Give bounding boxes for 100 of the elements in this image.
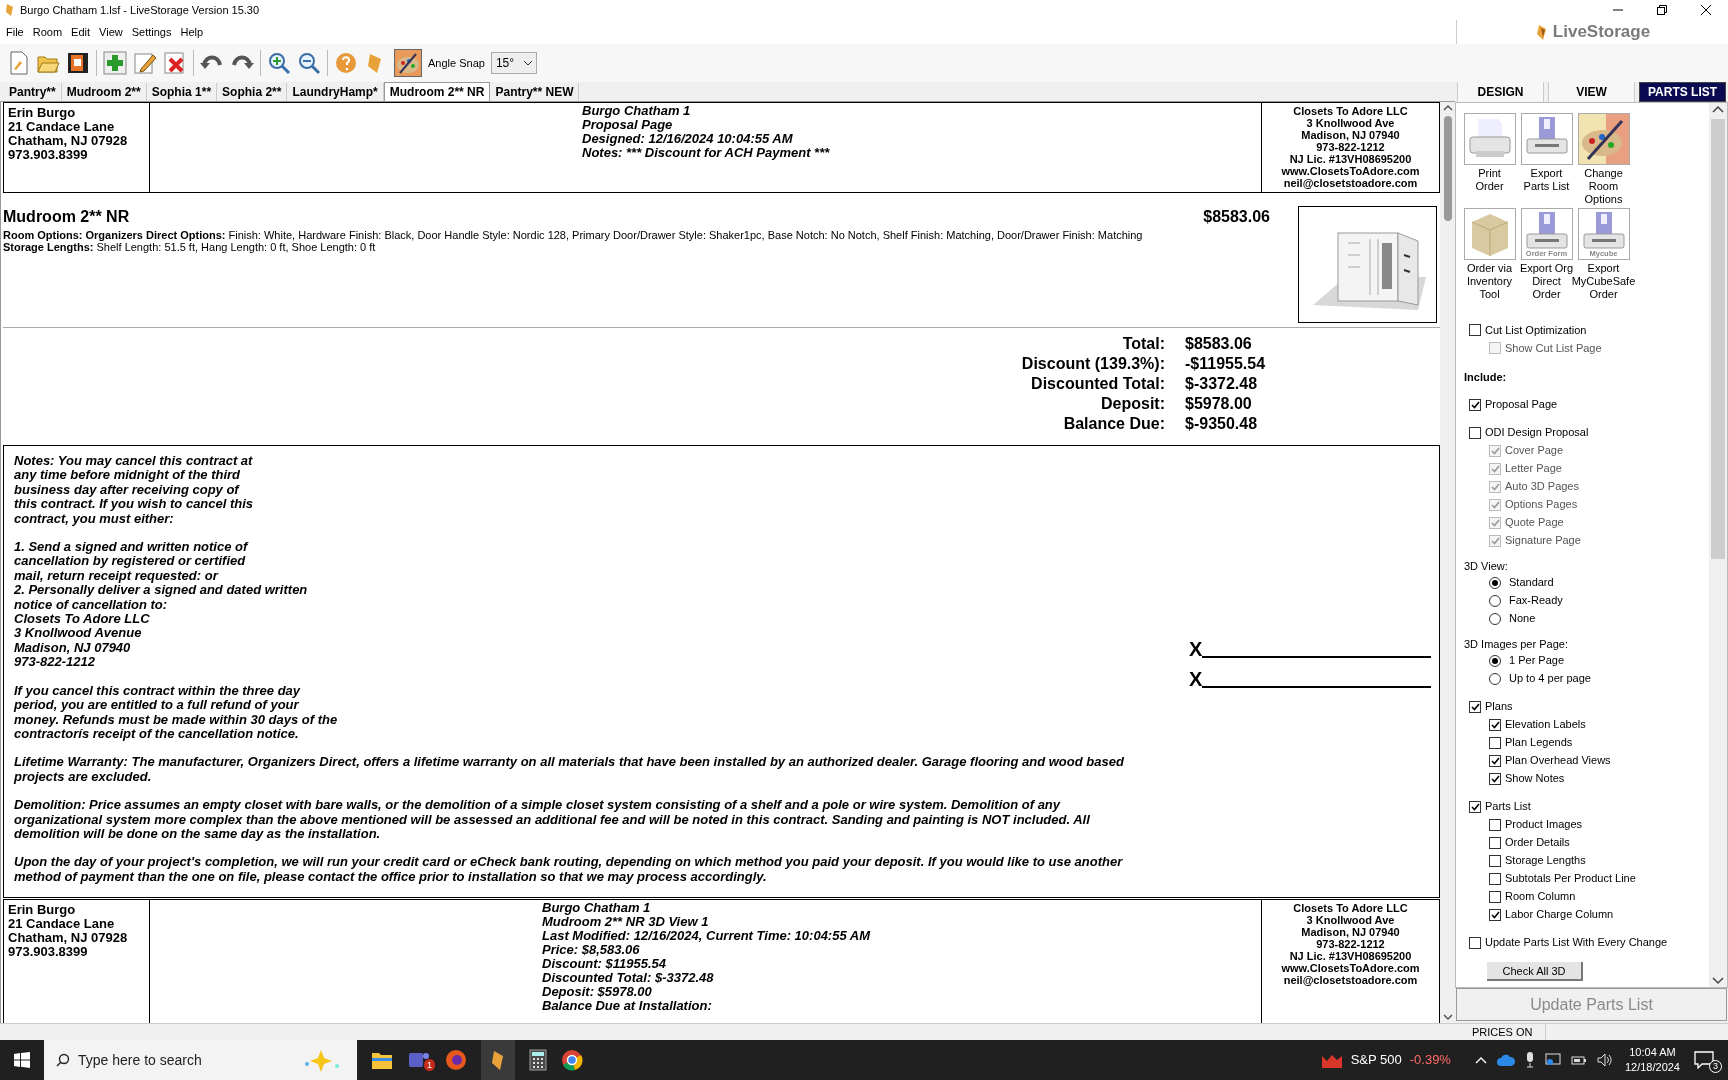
search-input[interactable]: Type here to search: [78, 1049, 293, 1071]
checkbox-label: Show Notes: [1505, 771, 1565, 787]
checkbox-label: Cut List Optimization: [1485, 322, 1587, 338]
radio-label: Fax-Ready: [1509, 593, 1563, 609]
display-icon[interactable]: [1544, 1053, 1561, 1067]
checkbox[interactable]: [1489, 818, 1501, 831]
chevron-up-icon[interactable]: [1474, 1056, 1487, 1064]
palette-icon[interactable]: [394, 49, 422, 77]
microphone-icon[interactable]: [1524, 1052, 1535, 1068]
checkbox-label: ODI Design Proposal: [1485, 425, 1589, 441]
battery-icon[interactable]: [1570, 1054, 1587, 1066]
checkbox-label: Signature Page: [1505, 533, 1581, 549]
checkbox[interactable]: [1489, 754, 1501, 767]
close-icon[interactable]: [1701, 5, 1711, 15]
checkbox[interactable]: [1489, 836, 1501, 849]
room-tab[interactable]: Mudroom 2** NR: [383, 82, 491, 101]
logo-text: LiveStorage: [1552, 21, 1651, 44]
checkbox[interactable]: [1469, 700, 1481, 713]
checkbox[interactable]: [1469, 426, 1481, 439]
checkbox[interactable]: [1489, 908, 1501, 921]
add-icon[interactable]: [103, 51, 127, 75]
radio-button[interactable]: [1489, 594, 1501, 607]
radio-button[interactable]: [1489, 672, 1501, 685]
total-value: $-9350.48: [1185, 414, 1259, 434]
total-label: Discounted Total:: [1031, 374, 1165, 394]
menu-item[interactable]: Room: [32, 23, 63, 41]
app-icon: [4, 3, 16, 17]
panel-tab[interactable]: DESIGN: [1457, 82, 1544, 102]
scroll-down-icon[interactable]: [1442, 1011, 1453, 1023]
company-info-line: 973-822-1212: [1315, 141, 1386, 153]
checkbox[interactable]: [1489, 736, 1501, 749]
restore-icon[interactable]: [1657, 5, 1667, 15]
checkbox[interactable]: [1489, 772, 1501, 785]
total-value: $5978.00: [1185, 394, 1253, 414]
menu-item[interactable]: View: [99, 23, 123, 41]
page-info-line: Discount: $11955.54: [542, 957, 668, 971]
save-icon[interactable]: [66, 51, 90, 75]
inventory-order-button[interactable]: Order via Inventory Tool: [1461, 208, 1518, 301]
clock-time[interactable]: 10:04 AM: [1629, 1045, 1676, 1060]
room-options-button[interactable]: Change Room Options: [1575, 113, 1632, 206]
company-info-line: Madison, NJ 07940: [1300, 129, 1401, 141]
checkbox[interactable]: [1489, 872, 1501, 885]
panel-tab[interactable]: PARTS LIST: [1639, 82, 1726, 102]
menu-item[interactable]: Help: [180, 23, 204, 41]
print-order-button[interactable]: Print Order: [1461, 113, 1518, 206]
room-options-text: Room Options: Organizers Direct Options: Finish: White, Hardware Finish: Black, Door Handle Style: Nordic 128, Primary Door/Drawer Style: Shaker1pc, Base Notch: No Notch, Shelf Finish: Matching, Door/Drawer Finish: Matching: [3, 229, 1144, 241]
checkbox[interactable]: [1469, 800, 1481, 813]
company-info-line: www.ClosetsToAdore.com: [1280, 165, 1421, 177]
panel-tab[interactable]: VIEW: [1548, 82, 1635, 102]
angle-snap-dropdown[interactable]: 15°: [490, 52, 537, 74]
checkbox-label: Labor Charge Column: [1505, 907, 1614, 923]
browser-icon[interactable]: [445, 1049, 467, 1071]
logo-icon: [1534, 23, 1549, 41]
checkbox-label: Storage Lengths: [1505, 853, 1586, 869]
menu-item[interactable]: File: [6, 23, 24, 41]
clock-date[interactable]: 12/18/2024: [1624, 1060, 1680, 1075]
panel-scrollbar[interactable]: [1709, 103, 1727, 987]
total-value: -$11955.54: [1185, 354, 1267, 374]
checkbox-label: Product Images: [1505, 817, 1583, 833]
export-button[interactable]: Export Parts List: [1518, 113, 1575, 206]
radio-button[interactable]: [1489, 654, 1501, 667]
group-label: 3D View:: [1463, 558, 1509, 574]
zoom-out-icon[interactable]: [297, 51, 321, 75]
cloud-icon[interactable]: [1496, 1054, 1515, 1066]
zoom-in-icon[interactable]: [267, 51, 291, 75]
checkbox[interactable]: [1489, 718, 1501, 731]
notes-paragraph: Lifetime Warranty: The manufacturer, Organizers Direct, offers a lifetime warranty on all materials that have been installed by an authorized dealer. Garage flooring and wood based projects are excluded.: [14, 755, 1125, 785]
radio-button[interactable]: [1489, 576, 1501, 589]
calculator-icon[interactable]: [529, 1049, 547, 1071]
company-info-line: 3 Knollwood Ave: [1305, 117, 1396, 129]
start-icon[interactable]: [14, 1052, 30, 1068]
checkbox-label: Room Column: [1505, 889, 1576, 905]
checkbox-label: Plan Overhead Views: [1505, 753, 1611, 769]
page-info-line: Discounted Total: $-3372.48: [542, 971, 715, 985]
menu-item[interactable]: Settings: [131, 23, 172, 41]
page-info-line: Price: $8,583.06: [542, 943, 641, 957]
checkbox[interactable]: [1469, 324, 1481, 336]
checkbox[interactable]: [1489, 890, 1501, 903]
radio-button[interactable]: [1489, 612, 1501, 625]
delete-icon[interactable]: [163, 51, 187, 75]
volume-icon[interactable]: [1596, 1053, 1613, 1067]
notes-paragraph: Demolition: Price assumes an empty closet with bare walls, or the demolition of a simple closet system consisting of a shelf and a pole or wire system. Demolition of any organizational system more complex than the above mentioned will be assessed an additional fee and will be noted in this contract. Sanding and painting is NOT included. All demolition will be done on the same day as the installation.: [14, 798, 1091, 842]
chrome-icon[interactable]: [561, 1049, 583, 1071]
radio-label: Standard: [1509, 575, 1554, 591]
page-info-line: Proposal Page: [582, 118, 674, 132]
edit-icon[interactable]: [133, 51, 157, 75]
menu-item[interactable]: Edit: [71, 23, 91, 41]
scrollbar-thumb[interactable]: [1711, 119, 1725, 559]
notifications-icon[interactable]: [1694, 1051, 1714, 1069]
scrollbar[interactable]: [1440, 102, 1455, 1023]
signature-mark: X: [1189, 669, 1203, 689]
checkbox[interactable]: [1469, 398, 1481, 411]
checkbox[interactable]: [1489, 854, 1501, 867]
folder-icon[interactable]: [371, 1050, 393, 1070]
customer-info-line: Erin Burgo: [8, 903, 77, 917]
check-all-3d-button[interactable]: Check All 3D: [1487, 962, 1583, 982]
checkbox-label: Options Pages: [1505, 497, 1578, 513]
scrollbar-thumb[interactable]: [1443, 116, 1452, 221]
taskbar-search-bar[interactable]: Type here to search: [44, 1040, 357, 1080]
checkbox[interactable]: [1469, 936, 1481, 949]
